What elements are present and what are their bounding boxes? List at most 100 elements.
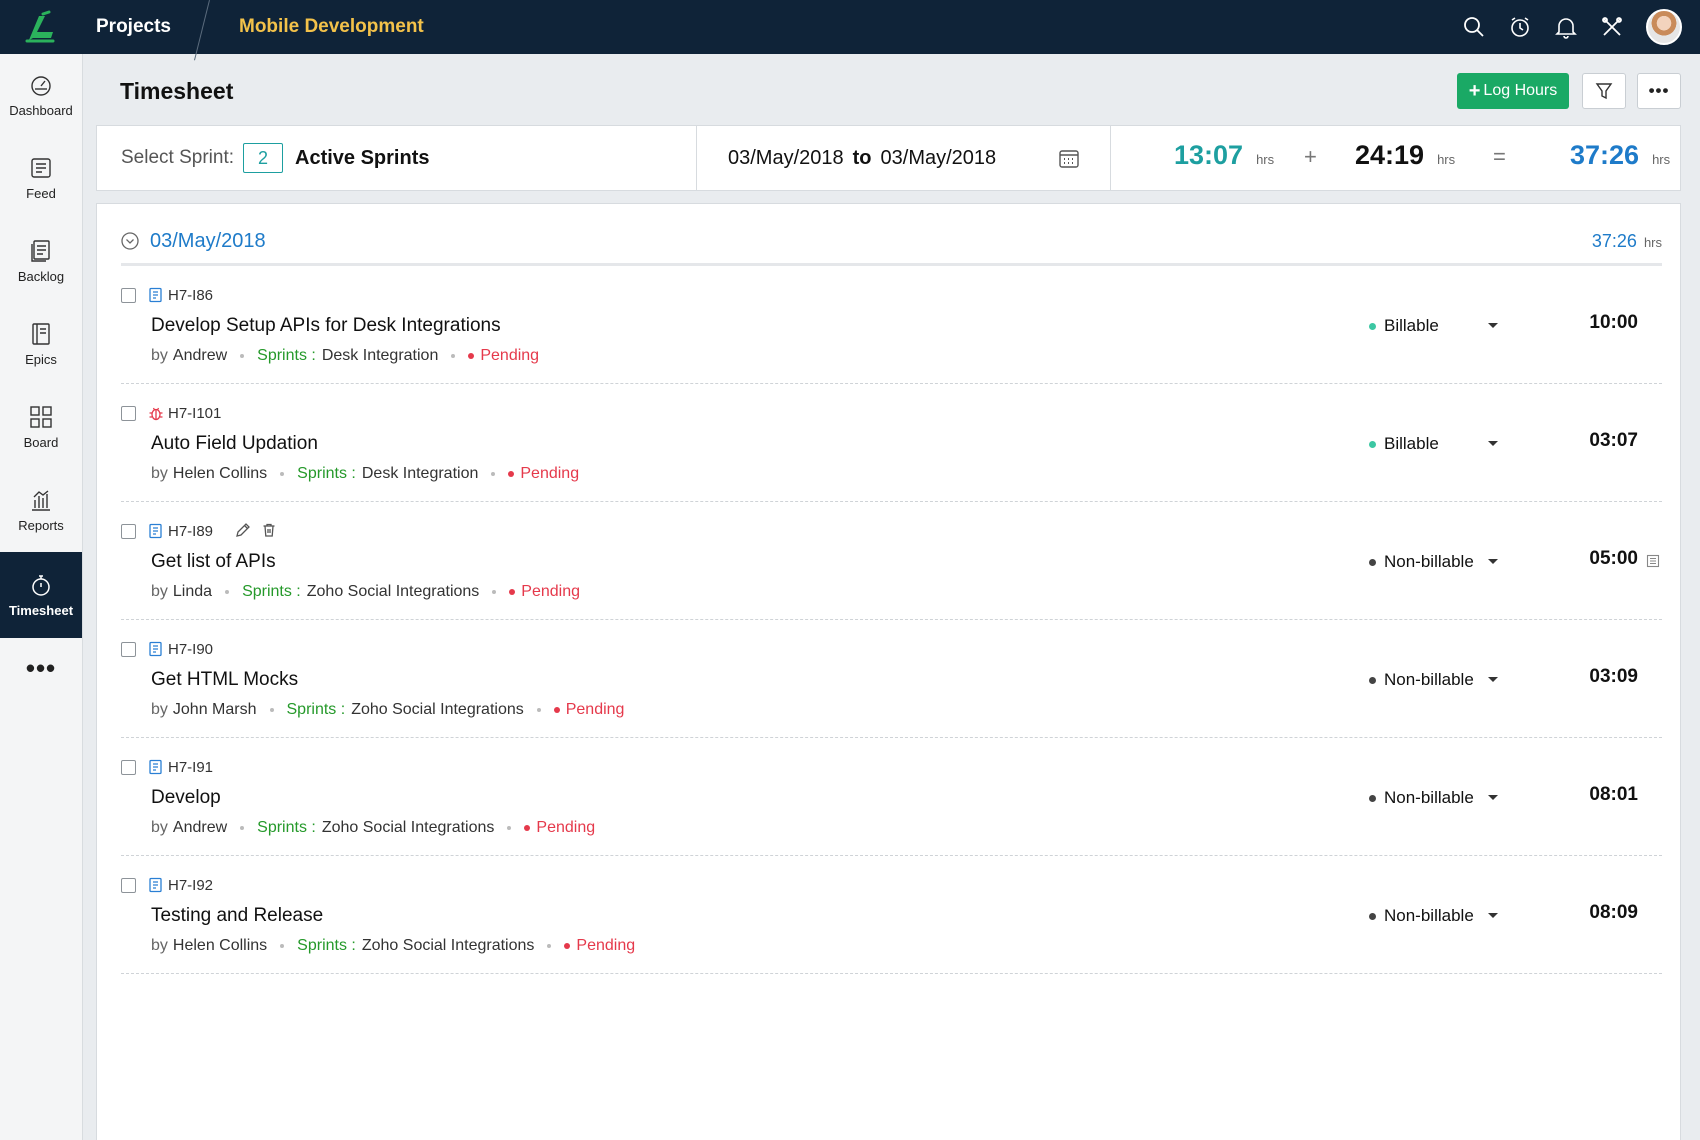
user-avatar[interactable] [1646,9,1682,45]
billing-type-value: Billable [1384,316,1439,335]
task-author: Helen Collins [172,465,268,482]
task-author: John Marsh [172,701,257,718]
task-id[interactable]: H7-I90 [168,641,213,658]
billing-status-dot [1369,912,1376,920]
edit-pencil-icon[interactable] [235,522,251,538]
billing-type-dropdown[interactable]: Billable [1369,314,1499,338]
sidebar-item-timesheet[interactable]: Timesheet [0,552,82,638]
sprints-label: Sprints : [297,937,356,954]
sidebar-item-label: Timesheet [8,602,74,618]
caret-down-icon [1488,677,1498,682]
status-badge: Pending [468,347,539,365]
sidebar-item-board[interactable]: Board [0,386,82,469]
caret-down-icon [1488,795,1498,800]
bug-icon [149,407,163,421]
task-id[interactable]: H7-I101 [168,405,221,422]
timesheet-row[interactable]: H7-I89 Get list of APIs by Linda Sprints… [121,502,1662,620]
status-badge: Pending [564,937,635,955]
sprint-selection-value[interactable]: Active Sprints [295,147,429,170]
notes-icon[interactable] [1646,554,1660,568]
epics-book-icon [32,323,50,345]
timesheet-row[interactable]: H7-I90 Get HTML Mocks by John Marsh Spri… [121,620,1662,738]
task-id[interactable]: H7-I92 [168,877,213,894]
logged-duration[interactable]: 03:09 [1589,666,1638,688]
day-group-date[interactable]: 03/May/2018 [150,230,266,253]
row-checkbox[interactable] [121,642,136,657]
sprint-name: Zoho Social Integrations [351,701,524,718]
logged-duration[interactable]: 05:00 [1589,548,1638,570]
plus-icon: + [1468,80,1481,102]
search-icon[interactable] [1462,15,1486,39]
sidebar-item-reports[interactable]: Reports [0,469,82,552]
more-options-button[interactable]: ••• [1637,73,1681,109]
task-id[interactable]: H7-I89 [168,523,213,540]
billing-type-dropdown[interactable]: Non-billable [1369,550,1499,574]
task-title[interactable]: Auto Field Updation [151,433,318,455]
timesheet-row[interactable]: H7-I86 Develop Setup APIs for Desk Integ… [121,266,1662,384]
task-meta: by John Marsh Sprints : Zoho Social Inte… [151,701,625,718]
caret-down-icon [1488,441,1498,446]
calendar-icon[interactable] [1058,147,1080,169]
top-bar: Projects Mobile Development [0,0,1700,54]
sprint-name: Desk Integration [321,347,439,364]
logged-duration[interactable]: 08:09 [1589,902,1638,924]
logged-duration[interactable]: 03:07 [1589,430,1638,452]
timesheet-row[interactable]: H7-I101 Auto Field Updation by Helen Col… [121,384,1662,502]
row-checkbox[interactable] [121,524,136,539]
date-from: 03/May/2018 [728,146,844,169]
delete-trash-icon[interactable] [261,522,277,538]
select-sprint-label: Select Sprint: [121,147,234,168]
sidebar-item-backlog[interactable]: Backlog [0,220,82,303]
task-title[interactable]: Develop Setup APIs for Desk Integrations [151,315,501,337]
task-doc-icon [149,287,162,303]
dashboard-gauge-icon [31,76,51,96]
logged-duration[interactable]: 10:00 [1589,312,1638,334]
task-meta: by Linda Sprints : Zoho Social Integrati… [151,583,581,600]
billing-type-dropdown[interactable]: Billable [1369,432,1499,456]
task-title[interactable]: Get HTML Mocks [151,669,298,691]
notifications-bell-icon[interactable] [1554,15,1578,39]
plus-sign: + [1304,144,1317,169]
task-title[interactable]: Testing and Release [151,905,323,927]
billing-type-dropdown[interactable]: Non-billable [1369,668,1499,692]
task-title[interactable]: Get list of APIs [151,551,276,573]
sidebar-item-feed[interactable]: Feed [0,137,82,220]
page-title: Timesheet [120,78,234,104]
collapse-chevron-icon[interactable] [121,232,139,250]
filter-button[interactable] [1582,73,1626,109]
billing-type-dropdown[interactable]: Non-billable [1369,786,1499,810]
billing-type-value: Non-billable [1384,552,1474,571]
timesheet-row[interactable]: H7-I91 Develop by Andrew Sprints : Zoho … [121,738,1662,856]
sidebar-item-epics[interactable]: Epics [0,303,82,386]
logged-duration[interactable]: 08:01 [1589,784,1638,806]
timesheet-row[interactable]: H7-I92 Testing and Release by Helen Coll… [121,856,1662,974]
billing-type-value: Non-billable [1384,670,1474,689]
breadcrumb-projects[interactable]: Projects [82,16,197,38]
sidebar-item-label: Board [23,435,59,450]
date-to-label: to [852,146,872,169]
row-checkbox[interactable] [121,406,136,421]
breadcrumb-project-name[interactable]: Mobile Development [227,16,424,38]
task-title[interactable]: Develop [151,787,221,809]
sprint-selector[interactable]: Select Sprint: 2 Active Sprints [97,126,697,190]
task-author: Andrew [172,819,228,836]
date-range-picker[interactable]: 03/May/2018 to 03/May/2018 [697,126,1111,190]
row-checkbox[interactable] [121,288,136,303]
tools-icon[interactable] [1600,15,1624,39]
board-grid-icon [30,406,52,428]
task-id[interactable]: H7-I86 [168,287,213,304]
log-hours-button[interactable]: + Log Hours [1457,73,1569,109]
app-logo-icon[interactable] [0,0,82,54]
row-checkbox[interactable] [121,878,136,893]
sidebar-item-dashboard[interactable]: Dashboard [0,54,82,137]
status-badge: Pending [524,819,595,837]
task-id[interactable]: H7-I91 [168,759,213,776]
sprint-name: Zoho Social Integrations [361,937,535,954]
timer-clock-icon[interactable] [1508,15,1532,39]
billing-type-value: Non-billable [1384,906,1474,925]
row-checkbox[interactable] [121,760,136,775]
sprint-name: Desk Integration [361,465,479,482]
billing-type-dropdown[interactable]: Non-billable [1369,904,1499,928]
sidebar-more-button[interactable]: ••• [0,638,82,698]
sprint-count-badge: 2 [243,143,283,173]
